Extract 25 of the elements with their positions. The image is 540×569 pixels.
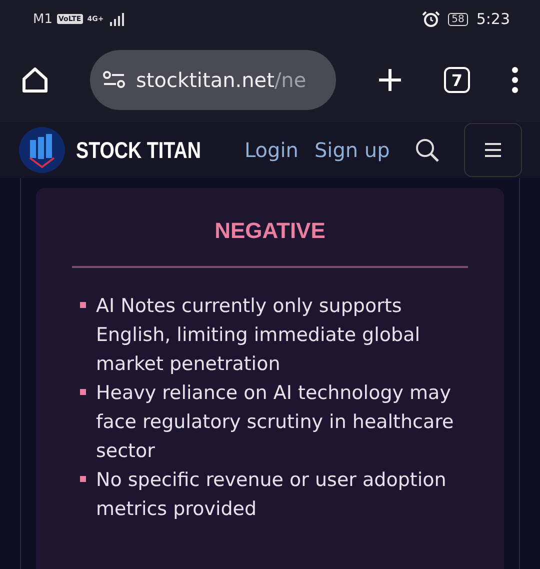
tab-count-button[interactable]: 7 [444, 67, 470, 93]
card-title: NEGATIVE [214, 218, 326, 245]
search-icon[interactable] [414, 137, 440, 163]
home-icon[interactable] [20, 65, 50, 95]
bullet-icon [80, 302, 86, 308]
bullet-icon [80, 389, 86, 395]
bullet-icon [80, 476, 86, 482]
battery-indicator: 58 [448, 12, 468, 26]
list-item-text: No specific revenue or user adoption metrics provided [96, 468, 448, 522]
clock-time: 5:23 [476, 10, 510, 28]
nav-link[interactable]: Sign up [314, 138, 390, 162]
logo-icon [18, 126, 66, 174]
site-settings-icon[interactable] [102, 70, 126, 90]
nav-link[interactable]: Login [244, 138, 298, 162]
carrier-label: M1 [33, 12, 52, 26]
menu-icon[interactable] [484, 142, 502, 158]
more-menu-icon[interactable] [510, 66, 520, 94]
list-item-text: AI Notes currently only supports English, limiting immediate global market penetration [96, 294, 421, 377]
address-bar[interactable]: stocktitan.net/ne [90, 50, 336, 110]
list-item-text: Heavy reliance on AI technology may face regulatory scrutiny in healthcare sector [96, 381, 455, 464]
brand-name[interactable]: STOCK TITAN [76, 136, 202, 164]
menu-button[interactable] [464, 123, 522, 177]
new-tab-icon[interactable] [376, 66, 404, 94]
alarm-icon [422, 10, 440, 28]
url-text: stocktitan.net/ne [136, 68, 306, 92]
